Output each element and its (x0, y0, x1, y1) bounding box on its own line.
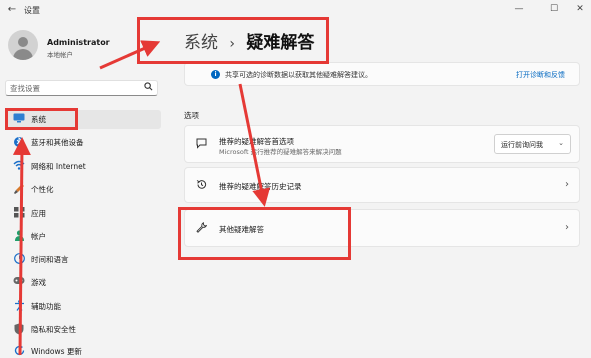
arrow-to-title (99, 40, 161, 70)
annotation-arrows (12, 40, 271, 356)
arrow-to-system (12, 137, 31, 356)
arrow-to-other (238, 83, 271, 207)
